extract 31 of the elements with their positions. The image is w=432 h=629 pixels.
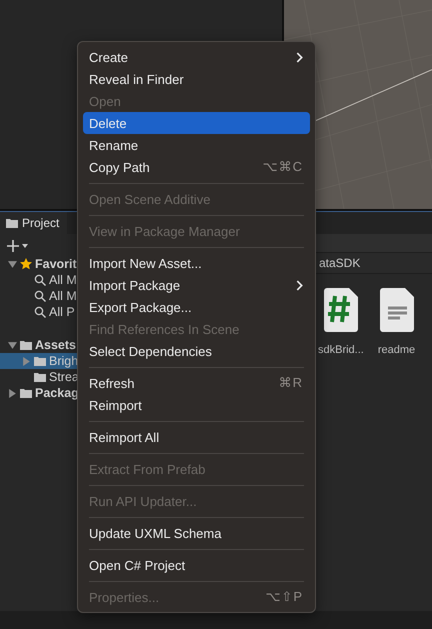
project-tab[interactable]: Project <box>0 212 68 234</box>
menu-item[interactable]: Import Package <box>83 274 310 296</box>
expand-arrow-icon[interactable] <box>8 388 17 398</box>
expand-arrow-icon[interactable] <box>8 260 17 268</box>
search-icon <box>34 274 46 286</box>
search-icon <box>34 290 46 302</box>
file-name: readme <box>378 344 416 356</box>
menu-item[interactable]: Reimport <box>83 394 310 416</box>
breadcrumb[interactable]: ataSDK <box>319 256 360 270</box>
folder-icon <box>34 371 46 383</box>
menu-item[interactable]: Import New Asset... <box>83 252 310 274</box>
add-icon[interactable] <box>7 240 29 252</box>
script-file-icon[interactable] <box>324 288 358 332</box>
menu-item[interactable]: Copy Path ⌥⌘C <box>83 156 310 178</box>
menu-item[interactable]: Open C# Project <box>83 554 310 576</box>
menu-item[interactable]: Refresh ⌘R <box>83 372 310 394</box>
menu-item[interactable]: Rename <box>83 134 310 156</box>
folder-icon <box>6 217 18 229</box>
file-name: sdkBrid... <box>318 344 364 356</box>
menu-item[interactable]: Export Package... <box>83 296 310 318</box>
search-icon <box>34 306 46 318</box>
folder-icon <box>20 387 32 399</box>
menu-item[interactable]: Delete <box>83 112 310 134</box>
folder-icon <box>20 339 32 351</box>
menu-item[interactable]: Reveal in Finder <box>83 68 310 90</box>
menu-item[interactable]: Reimport All <box>83 426 310 448</box>
folder-icon <box>34 355 46 367</box>
text-file-icon[interactable] <box>380 288 414 332</box>
menu-item[interactable]: Create <box>83 46 310 68</box>
menu-item[interactable]: Update UXML Schema <box>83 522 310 544</box>
star-icon <box>20 258 32 270</box>
